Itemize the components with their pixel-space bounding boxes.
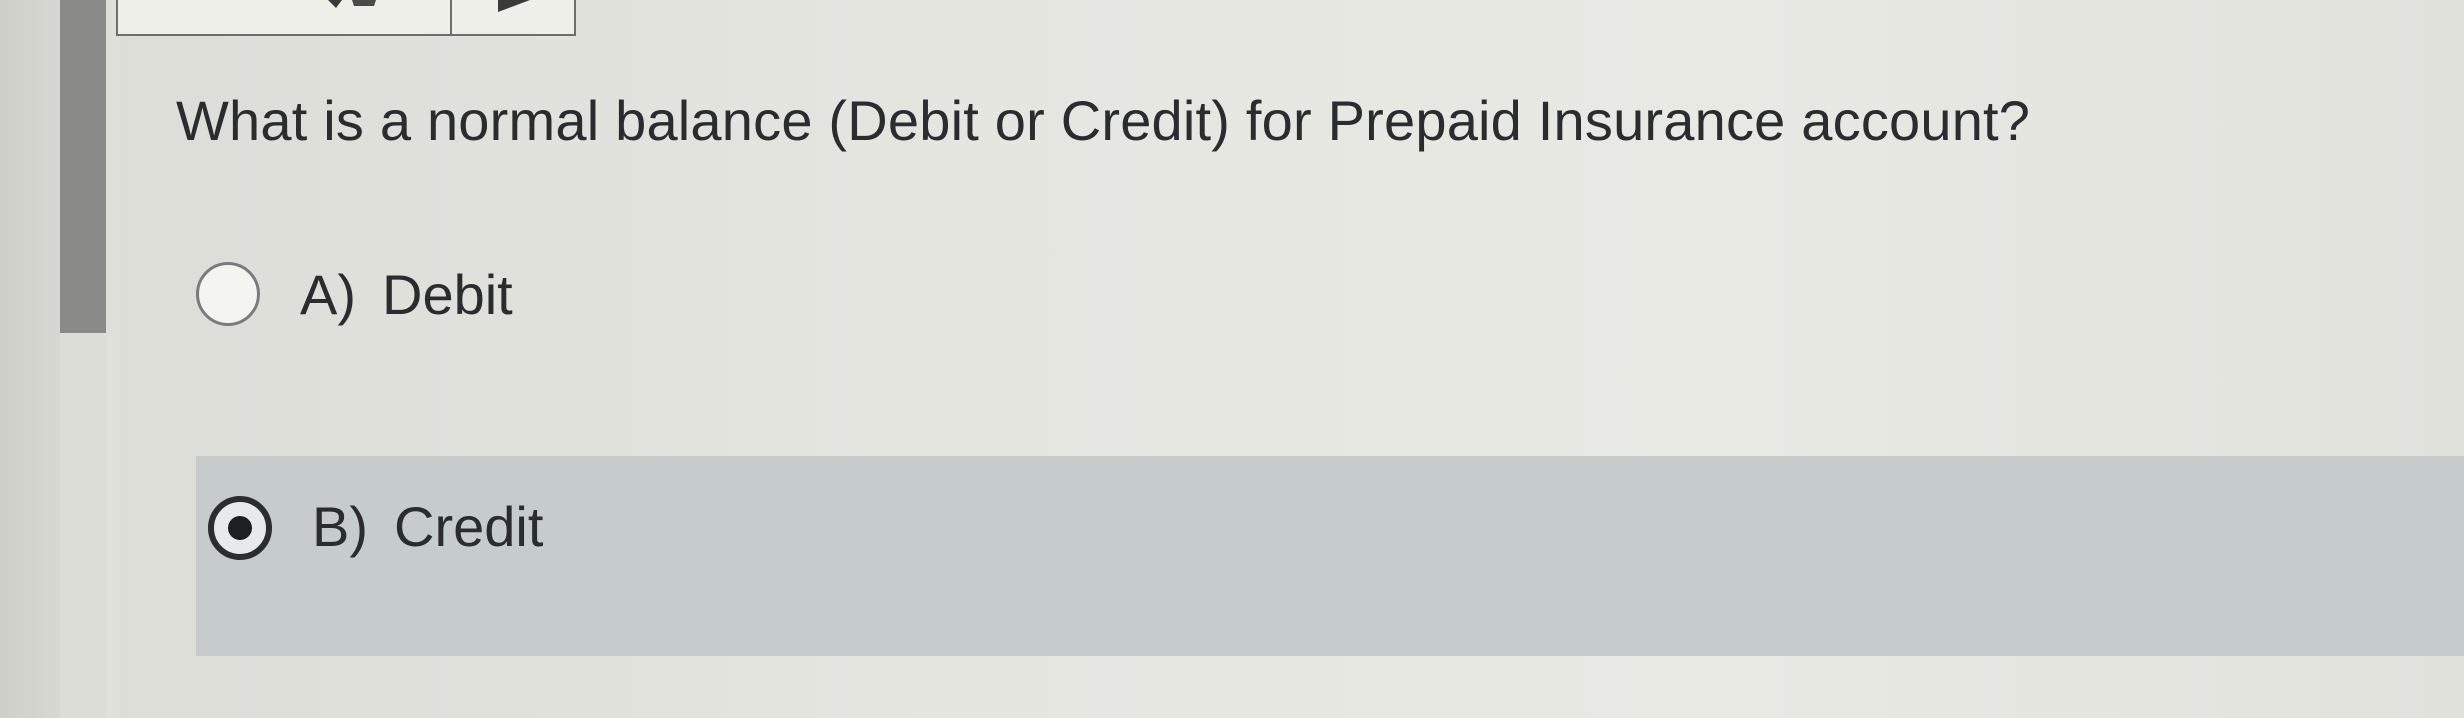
option-label-b[interactable]: B) Credit <box>312 492 543 562</box>
quiz-page: What is a normal balance (Debit or Credi… <box>0 0 2464 718</box>
toolbar-divider <box>450 0 452 34</box>
listen-toolbar <box>116 0 576 36</box>
option-label-a[interactable]: A) Debit <box>300 260 513 330</box>
left-scrollbar[interactable] <box>60 0 106 333</box>
left-gutter <box>106 0 120 718</box>
option-text-a: Debit <box>382 263 513 326</box>
left-margin <box>0 0 60 718</box>
question-text: What is a normal balance (Debit or Credi… <box>176 89 2031 152</box>
answer-option-b[interactable]: B) Credit <box>196 456 2464 656</box>
radio-filled-icon[interactable] <box>208 496 272 560</box>
option-text-b: Credit <box>394 495 544 558</box>
answer-option-a[interactable]: A) Debit <box>196 262 2396 352</box>
radio-dot <box>228 516 252 540</box>
option-letter-a: A) <box>300 263 356 326</box>
radio-empty-icon[interactable] <box>196 262 260 326</box>
play-icon[interactable] <box>494 0 534 14</box>
option-letter-b: B) <box>312 495 368 558</box>
speaker-icon[interactable] <box>318 0 378 14</box>
